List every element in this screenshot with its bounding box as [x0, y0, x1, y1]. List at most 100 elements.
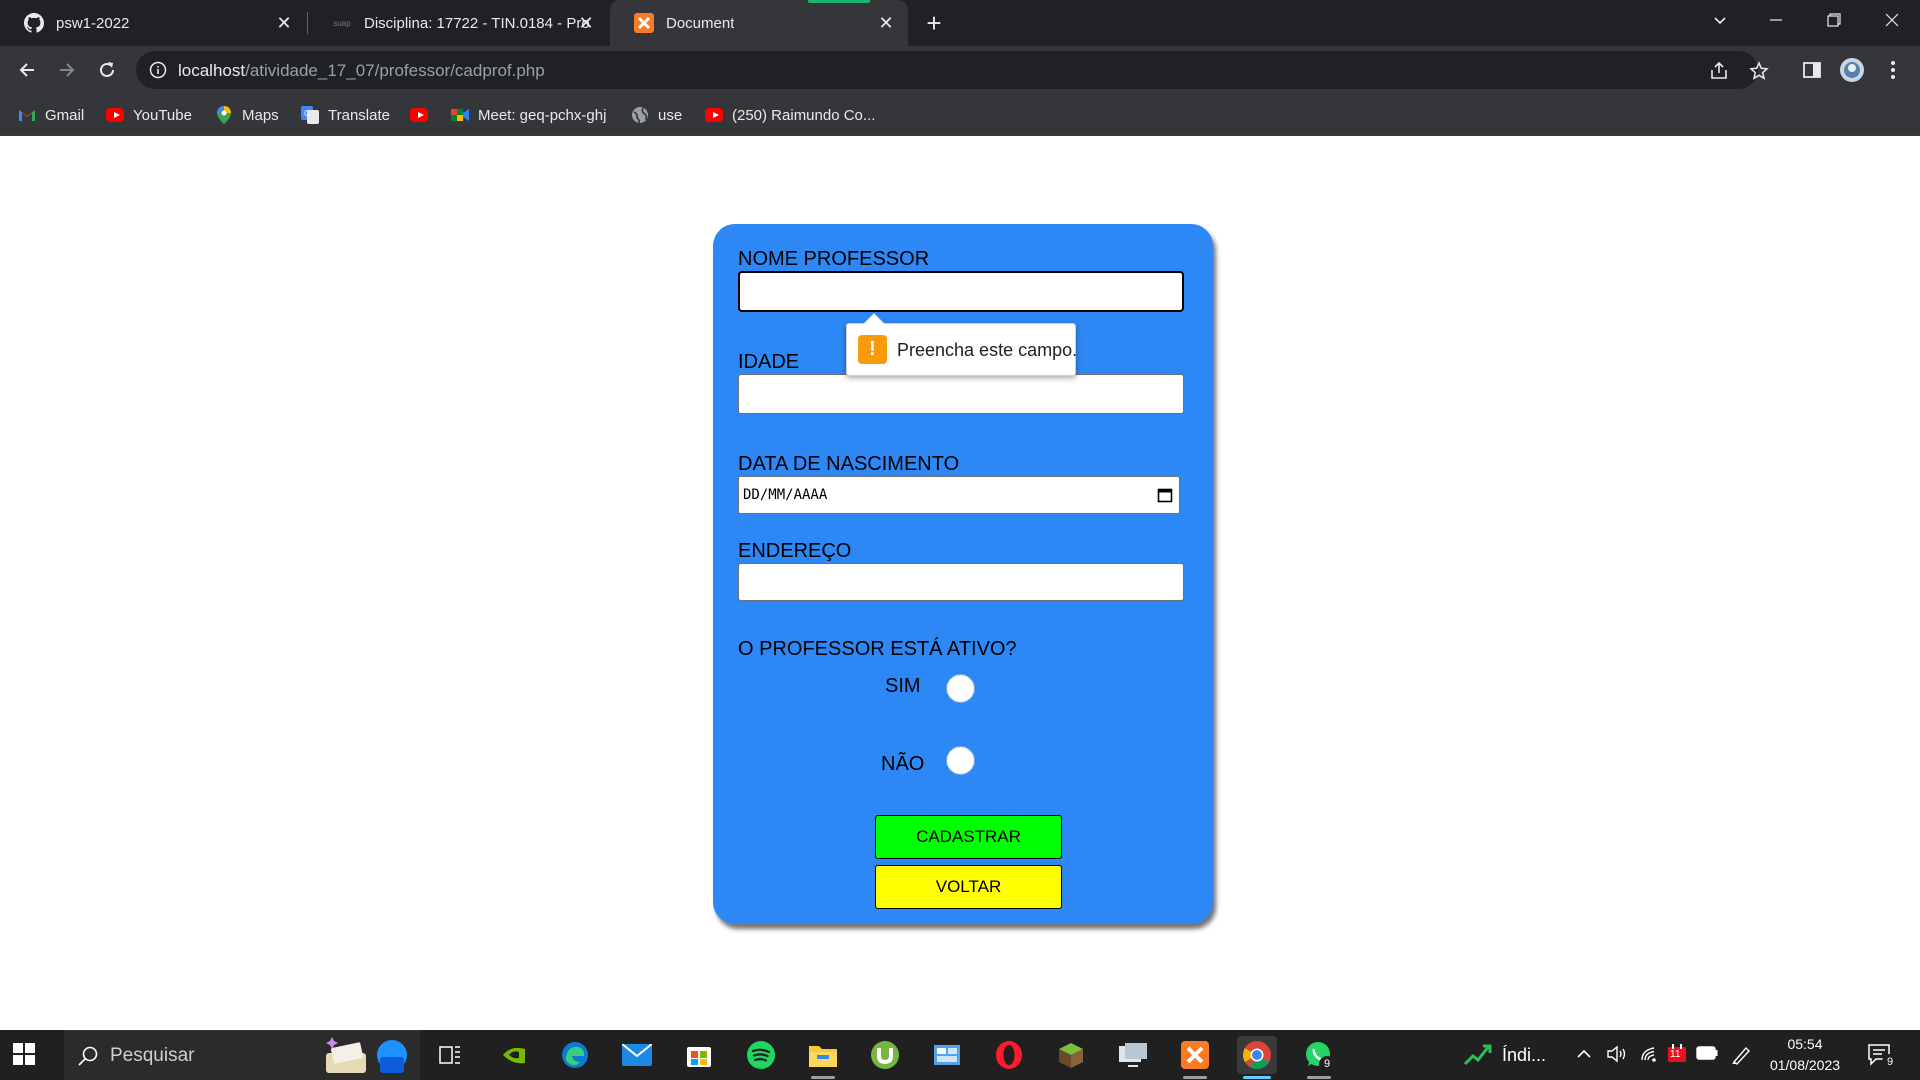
bookmarks-bar: Gmail YouTube Maps G Translate Meet: geq…	[0, 94, 1920, 136]
share-icon[interactable]	[1708, 60, 1730, 82]
calendar-notification-icon[interactable]: 11	[1666, 1042, 1688, 1068]
stock-widget-icon[interactable]	[1463, 1040, 1493, 1072]
back-button[interactable]	[13, 56, 41, 84]
globe-icon	[631, 106, 649, 124]
menu-kebab-icon[interactable]	[1880, 57, 1906, 83]
address-label: ENDEREÇO	[738, 540, 852, 562]
minimize-button[interactable]	[1748, 0, 1804, 40]
whatsapp-badge: 9	[1319, 1056, 1335, 1072]
bookmark-label: (250) Raimundo Co...	[732, 106, 876, 124]
control-panel-icon[interactable]	[927, 1036, 967, 1074]
close-tab-icon[interactable]: ✕	[274, 13, 294, 33]
youtube-icon	[410, 106, 428, 124]
tab-github[interactable]: psw1-2022 ✕	[0, 0, 306, 46]
restore-button[interactable]	[1806, 0, 1862, 40]
address-bar[interactable]: localhost/atividade_17_07/professor/cadp…	[136, 51, 1769, 89]
tab-title: Document	[666, 14, 735, 32]
url-host: localhost	[178, 61, 246, 80]
mail-icon[interactable]	[617, 1036, 657, 1074]
notifications-icon[interactable]: 9	[1868, 1044, 1898, 1070]
edge-icon[interactable]	[555, 1036, 595, 1074]
search-highlight-icon	[322, 1035, 414, 1077]
bookmark-label: Gmail	[45, 106, 85, 124]
birth-date-label: DATA DE NASCIMENTO	[738, 453, 960, 475]
bookmark-youtube[interactable]: YouTube	[106, 103, 192, 127]
show-hidden-icons[interactable]	[1576, 1046, 1592, 1066]
address-input[interactable]	[738, 563, 1184, 601]
close-tab-icon[interactable]: ✕	[576, 13, 596, 33]
meet-icon	[451, 106, 469, 124]
taskbar: Pesquisar 9 Índi... 11 05:54 01/08/2023 …	[0, 1030, 1920, 1080]
url-path: /atividade_17_07/professor/cadprof.php	[245, 61, 545, 80]
name-label: NOME PROFESSOR	[738, 248, 930, 270]
bookmark-meet[interactable]: Meet: geq-pchx-ghj	[451, 103, 606, 127]
site-info-icon[interactable]	[149, 61, 167, 79]
option-no-label: NÃO	[881, 753, 925, 775]
name-input[interactable]	[738, 271, 1184, 312]
bookmark-maps[interactable]: Maps	[215, 103, 279, 127]
validation-message: Preencha este campo.	[897, 340, 1078, 360]
task-view-icon[interactable]	[430, 1036, 470, 1074]
radio-no[interactable]	[946, 746, 975, 775]
profile-avatar[interactable]	[1839, 57, 1865, 83]
bookmark-translate[interactable]: G Translate	[301, 103, 390, 127]
tab-search-icon[interactable]	[1692, 0, 1748, 40]
radio-yes[interactable]	[946, 674, 975, 703]
bookmark-gmail[interactable]: Gmail	[18, 103, 84, 127]
taskbar-search[interactable]: Pesquisar	[64, 1030, 420, 1080]
utorrent-icon[interactable]	[865, 1036, 905, 1074]
birth-date-input[interactable]: DD/MM/AAAA	[738, 476, 1180, 514]
age-label: IDADE	[738, 351, 800, 373]
reload-button[interactable]	[93, 56, 121, 84]
tab-document[interactable]: Document ✕	[610, 0, 908, 46]
clock-time: 05:54	[1787, 1036, 1823, 1052]
battery-icon[interactable]	[1696, 1046, 1718, 1064]
taskbar-clock[interactable]: 05:54 01/08/2023	[1762, 1034, 1848, 1076]
xampp-taskbar-icon[interactable]	[1175, 1036, 1215, 1079]
search-icon	[76, 1044, 100, 1068]
translate-icon: G	[301, 106, 319, 124]
pen-icon[interactable]	[1730, 1044, 1752, 1070]
close-window-button[interactable]	[1864, 0, 1920, 40]
volume-icon[interactable]	[1606, 1044, 1628, 1068]
active-question: O PROFESSOR ESTÁ ATIVO?	[738, 638, 1017, 660]
bookmark-youtube-2[interactable]	[410, 103, 437, 127]
bookmark-label: Meet: geq-pchx-ghj	[478, 106, 607, 124]
close-tab-icon[interactable]: ✕	[876, 13, 896, 33]
side-panel-icon[interactable]	[1799, 57, 1825, 83]
chrome-icon[interactable]	[1237, 1036, 1277, 1079]
youtube-icon	[106, 106, 124, 124]
nvidia-icon[interactable]	[494, 1036, 534, 1074]
bookmark-label: use	[658, 106, 683, 124]
bookmark-raimundo[interactable]: (250) Raimundo Co...	[705, 103, 875, 127]
back-button[interactable]: VOLTAR	[875, 865, 1062, 909]
xampp-icon	[634, 13, 654, 33]
windows-start-icon[interactable]	[12, 1042, 38, 1068]
calendar-icon[interactable]	[1157, 487, 1173, 503]
new-tab-button[interactable]: +	[920, 9, 948, 37]
submit-button[interactable]: CADASTRAR	[875, 815, 1062, 859]
whatsapp-icon[interactable]: 9	[1299, 1036, 1339, 1079]
bookmark-star-icon[interactable]	[1748, 60, 1770, 82]
bookmark-use[interactable]: use	[631, 103, 682, 127]
age-input[interactable]	[738, 374, 1184, 414]
tab-suap[interactable]: suap Disciplina: 17722 - TIN.0184 - Pro …	[308, 0, 608, 46]
github-icon	[24, 13, 44, 33]
minecraft-icon[interactable]	[1051, 1036, 1091, 1074]
forward-button[interactable]	[53, 56, 81, 84]
bookmark-label: YouTube	[133, 106, 192, 124]
browser-toolbar: localhost/atividade_17_07/professor/cadp…	[0, 46, 1920, 94]
opera-icon[interactable]	[989, 1036, 1029, 1074]
remote-desktop-icon[interactable]	[1113, 1036, 1153, 1074]
spotify-icon[interactable]	[741, 1036, 781, 1074]
store-icon[interactable]	[679, 1036, 719, 1074]
tab-title: Disciplina: 17722 - TIN.0184 - Pro	[364, 14, 590, 32]
option-yes-label: SIM	[885, 675, 921, 697]
validation-tooltip: ! Preencha este campo.	[846, 313, 1078, 376]
suap-icon: suap	[333, 18, 351, 28]
file-explorer-icon[interactable]	[803, 1036, 843, 1079]
date-placeholder: DD/MM/AAAA	[743, 487, 828, 503]
notification-badge: 9	[1882, 1054, 1898, 1070]
stock-widget-label[interactable]: Índi...	[1502, 1045, 1546, 1066]
network-icon[interactable]	[1640, 1044, 1660, 1068]
